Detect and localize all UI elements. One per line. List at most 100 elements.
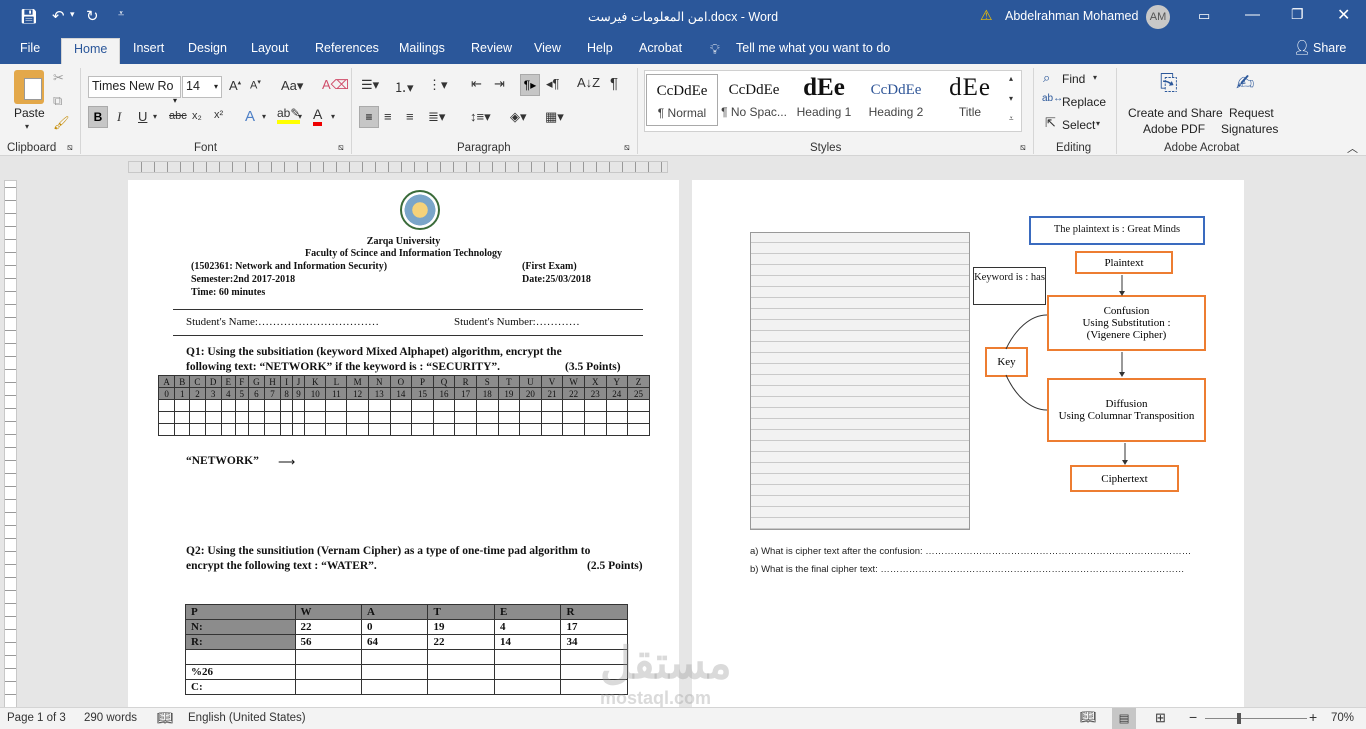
vernam-table[interactable]: P W A T E R N: 22 0 19 4 17 R: 56 64 22 14 34 %26 C: [185,604,628,695]
table-cell[interactable] [174,399,191,412]
table-cell[interactable]: Q [432,375,456,388]
table-cell[interactable]: 23 [583,387,607,400]
table-cell[interactable] [519,423,542,436]
table-cell[interactable]: P [411,375,434,388]
table-cell[interactable] [234,399,249,412]
table-cell[interactable]: 22 [294,619,363,635]
table-cell[interactable] [432,423,456,436]
table-cell[interactable] [280,411,294,424]
table-cell[interactable] [360,649,429,665]
table-cell[interactable]: 10 [303,387,327,400]
multilevel-list-icon[interactable]: ⋮▾ [428,77,448,93]
table-cell[interactable] [497,411,521,424]
table-cell[interactable]: E [220,375,236,388]
table-cell[interactable] [389,423,413,436]
borders-icon[interactable]: ▦▾ [545,109,564,125]
table-cell[interactable]: 0 [360,619,429,635]
table-cell[interactable] [157,423,176,436]
table-cell[interactable]: Z [627,375,650,388]
undo-dropdown-icon[interactable]: ▾ [70,9,75,20]
table-cell[interactable]: F [234,375,249,388]
zoom-slider[interactable] [1205,718,1307,719]
table-cell[interactable] [627,399,650,412]
table-cell[interactable] [157,399,176,412]
table-cell[interactable] [303,423,327,436]
table-cell[interactable] [220,423,236,436]
table-cell[interactable]: 12 [346,387,369,400]
table-cell[interactable] [562,411,585,424]
zoom-slider-thumb[interactable] [1237,713,1241,724]
table-cell[interactable]: O [389,375,413,388]
shading-icon[interactable]: ◈▾ [510,109,527,125]
table-cell[interactable]: H [263,375,282,388]
grow-font-icon[interactable]: A▴ [229,78,241,93]
table-cell[interactable]: 64 [360,634,429,650]
redo-icon[interactable]: ↻ [86,7,99,25]
table-cell[interactable] [325,423,348,436]
table-cell[interactable]: 16 [432,387,456,400]
italic-button[interactable]: I [117,109,121,125]
table-cell[interactable] [562,423,585,436]
style-normal[interactable]: CcDdEe ¶ Normal [646,74,718,126]
table-cell[interactable] [292,411,305,424]
table-cell[interactable] [367,411,391,424]
rtl-icon[interactable]: ◂¶ [546,76,560,92]
table-cell[interactable]: G [247,375,265,388]
tab-layout[interactable]: Layout [251,41,289,55]
table-cell[interactable] [583,411,607,424]
table-cell[interactable] [346,411,369,424]
table-cell[interactable]: 8 [280,387,294,400]
table-cell[interactable]: N: [185,619,296,635]
restore-icon[interactable]: ❐ [1291,6,1304,23]
sort-icon[interactable]: A↓Z [577,75,600,90]
table-cell[interactable]: 19 [497,387,521,400]
table-cell[interactable] [367,399,391,412]
select-button[interactable]: Select [1062,118,1095,132]
table-cell[interactable]: 3 [204,387,222,400]
table-cell[interactable] [583,399,607,412]
table-cell[interactable]: 24 [605,387,629,400]
table-cell[interactable] [540,423,564,436]
table-cell[interactable] [493,679,562,695]
table-cell[interactable] [411,411,434,424]
underline-button[interactable]: U [138,109,147,124]
undo-icon[interactable]: ↶ [52,7,65,25]
table-cell[interactable] [294,679,363,695]
table-cell[interactable] [605,399,629,412]
tab-acrobat[interactable]: Acrobat [639,41,682,55]
table-cell[interactable] [497,399,521,412]
bullets-icon[interactable]: ☰▾ [361,77,379,93]
table-cell[interactable]: 5 [234,387,249,400]
table-cell[interactable]: 7 [263,387,282,400]
change-case-icon[interactable]: Aa▾ [281,78,303,94]
table-cell[interactable]: 19 [427,619,495,635]
table-cell[interactable] [346,423,369,436]
table-cell[interactable]: N [367,375,391,388]
create-pdf-icon[interactable]: ⎘ [1160,70,1178,96]
vertical-scrollbar[interactable] [1352,180,1366,707]
table-cell[interactable]: W [562,375,585,388]
subscript-button[interactable]: x₂ [192,110,202,122]
increase-indent-icon[interactable]: ⇥ [494,76,505,92]
tab-references[interactable]: References [315,41,379,55]
table-cell[interactable] [360,679,429,695]
superscript-button[interactable]: x² [214,109,223,121]
table-cell[interactable]: 14 [493,634,562,650]
paste-icon[interactable] [14,70,44,104]
table-cell[interactable] [234,411,249,424]
table-cell[interactable] [247,411,265,424]
table-cell[interactable] [263,411,282,424]
styles-scroll-up-icon[interactable]: ▴ [1009,74,1013,83]
text-effects-icon[interactable]: A [245,108,255,125]
find-button[interactable]: Find [1062,72,1085,86]
table-cell[interactable] [247,399,265,412]
warning-icon[interactable]: ⚠ [980,7,993,24]
table-cell[interactable] [627,423,650,436]
table-cell[interactable] [497,423,521,436]
table-cell[interactable] [174,423,191,436]
table-cell[interactable] [454,411,477,424]
word-count[interactable]: 290 words [84,712,137,724]
style-title[interactable]: dEe Title [934,74,1006,126]
table-cell[interactable]: 56 [294,634,363,650]
web-layout-icon[interactable]: ⊞ [1155,710,1166,726]
